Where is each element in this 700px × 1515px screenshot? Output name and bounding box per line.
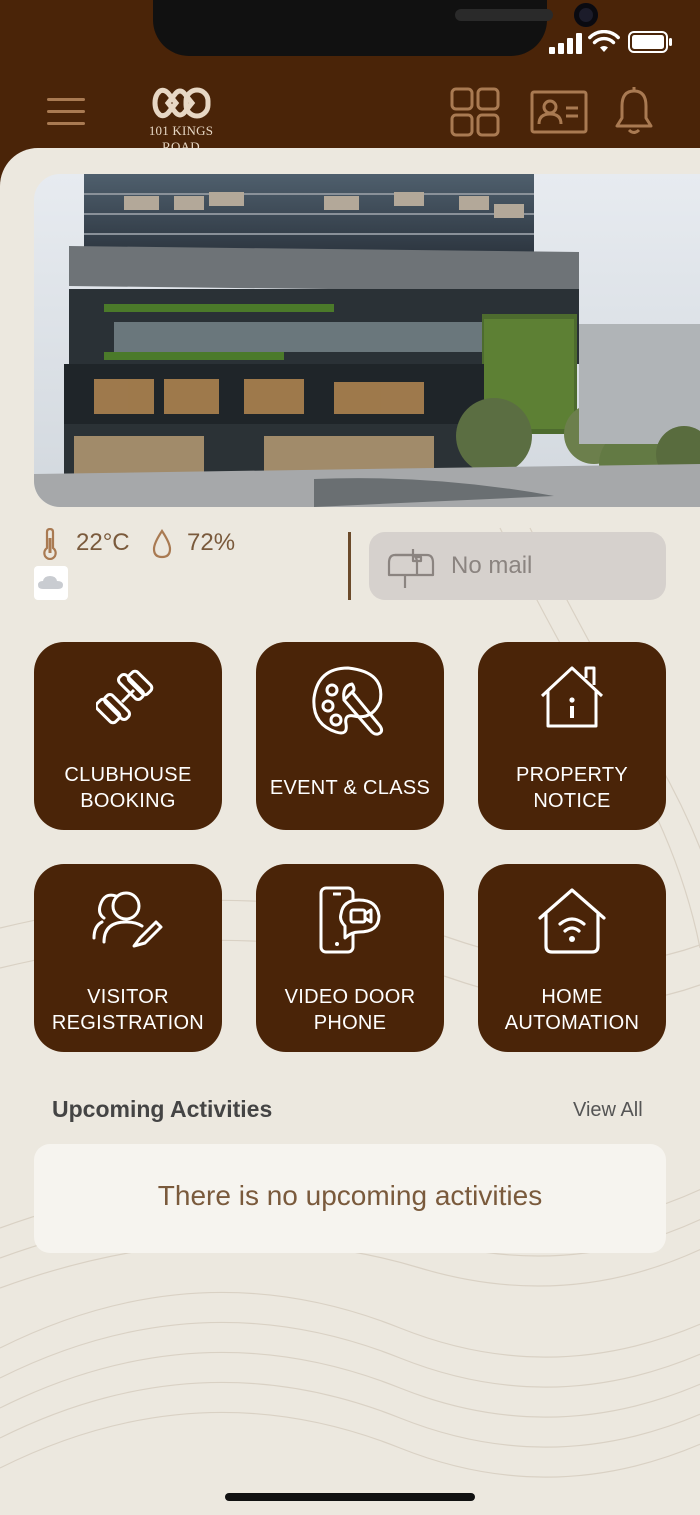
- tile-label: CLUBHOUSE BOOKING: [64, 764, 192, 812]
- mailbox-icon: [387, 549, 435, 588]
- apps-grid-icon[interactable]: [450, 87, 500, 137]
- tile-clubhouse-booking[interactable]: CLUBHOUSE BOOKING: [34, 642, 222, 830]
- tile-event-class[interactable]: EVENT & CLASS: [256, 642, 444, 830]
- weather-mail-divider: [348, 532, 351, 600]
- humidity-drop-icon: [152, 529, 172, 559]
- visitor-edit-icon: [92, 891, 163, 948]
- home-indicator[interactable]: [225, 1493, 475, 1501]
- menu-icon[interactable]: [47, 98, 85, 126]
- battery-icon: [628, 31, 672, 53]
- tile-video-door-phone[interactable]: VIDEO DOOR PHONE: [256, 864, 444, 1052]
- logo-mark-icon: [152, 87, 211, 119]
- hero-building-image: [34, 174, 700, 507]
- tile-label: HOME AUTOMATION: [504, 986, 640, 1034]
- upcoming-activities-heading: Upcoming Activities: [52, 1096, 273, 1122]
- tile-home-automation[interactable]: HOME AUTOMATION: [478, 864, 666, 1052]
- tile-label: PROPERTY NOTICE: [515, 764, 629, 812]
- cloud-icon: [38, 576, 63, 589]
- activities-empty-card: There is no upcoming activities: [34, 1144, 666, 1253]
- humidity-value: 72%: [187, 529, 236, 556]
- device-notch: [153, 0, 598, 56]
- tile-label: VISITOR REGISTRATION: [51, 986, 205, 1034]
- view-all-link[interactable]: View All: [573, 1099, 643, 1122]
- speaker-grille: [455, 9, 553, 21]
- weather-condition-badge: [34, 566, 68, 600]
- smart-home-wifi-icon: [538, 888, 606, 954]
- mail-status-text: No mail: [451, 552, 533, 579]
- app-header: 101 KINGS ROAD: [0, 60, 700, 155]
- id-card-icon[interactable]: [530, 90, 588, 134]
- temperature-value: 22°C: [76, 529, 130, 556]
- notification-bell-icon[interactable]: [614, 86, 654, 136]
- dumbbell-icon: [96, 669, 154, 725]
- cellular-signal-icon: [549, 32, 583, 54]
- mail-status-card[interactable]: No mail: [369, 532, 666, 600]
- palette-brush-icon: [312, 666, 384, 736]
- empty-activities-message: There is no upcoming activities: [157, 1180, 543, 1211]
- status-bar: [0, 0, 700, 60]
- tile-property-notice[interactable]: PROPERTY NOTICE: [478, 642, 666, 830]
- app-logo: 101 KINGS ROAD: [130, 85, 232, 154]
- house-info-icon: [540, 666, 604, 728]
- tile-visitor-registration[interactable]: VISITOR REGISTRATION: [34, 864, 222, 1052]
- video-phone-icon: [319, 886, 381, 954]
- main-content: 22°C 72% No mail CLUBHOUSE BOOKING EVENT…: [0, 148, 700, 1515]
- front-camera: [574, 3, 598, 27]
- thermometer-icon: [43, 528, 57, 560]
- tile-label: EVENT & CLASS: [269, 777, 431, 799]
- wifi-icon: [588, 30, 620, 52]
- tile-label: VIDEO DOOR PHONE: [284, 986, 416, 1034]
